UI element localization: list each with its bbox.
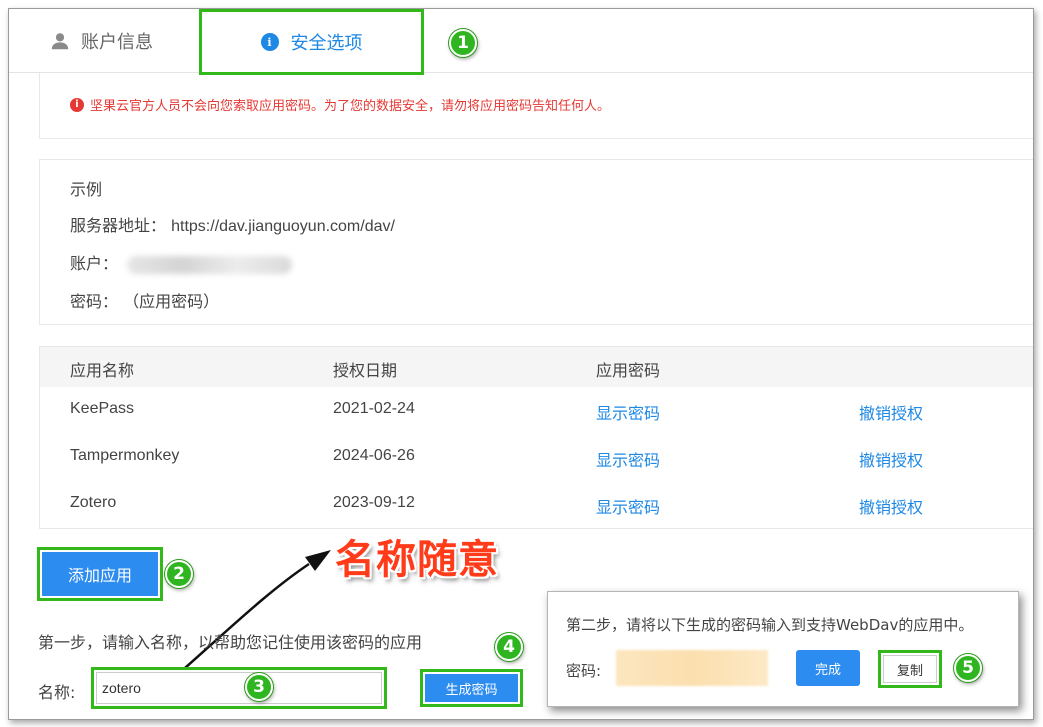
blurred-password: [616, 650, 768, 686]
step-badge-3: 3: [245, 673, 273, 701]
step-badge-4: 4: [495, 633, 523, 661]
copy-button[interactable]: 复制: [878, 650, 942, 688]
step-badge-5: 5: [954, 654, 982, 682]
generated-password-dialog: 第二步，请将以下生成的密码输入到支持WebDav的应用中。 密码: 完成 复制 …: [547, 591, 1019, 707]
dialog-password-label: 密码:: [566, 662, 602, 680]
name-input[interactable]: zotero: [91, 667, 387, 709]
generate-password-button[interactable]: 生成密码: [420, 669, 523, 707]
dialog-title: 第二步，请将以下生成的密码输入到支持WebDav的应用中。: [566, 616, 974, 634]
app-window: 账户信息 i 安全选项 1 i 坚果云官方人员不会向您索取应用密码。为了您的数据…: [8, 8, 1034, 720]
name-label: 名称:: [38, 683, 76, 702]
step1-instruction: 第一步，请输入名称，以帮助您记住使用该密码的应用: [38, 633, 423, 652]
done-button[interactable]: 完成: [796, 650, 860, 686]
